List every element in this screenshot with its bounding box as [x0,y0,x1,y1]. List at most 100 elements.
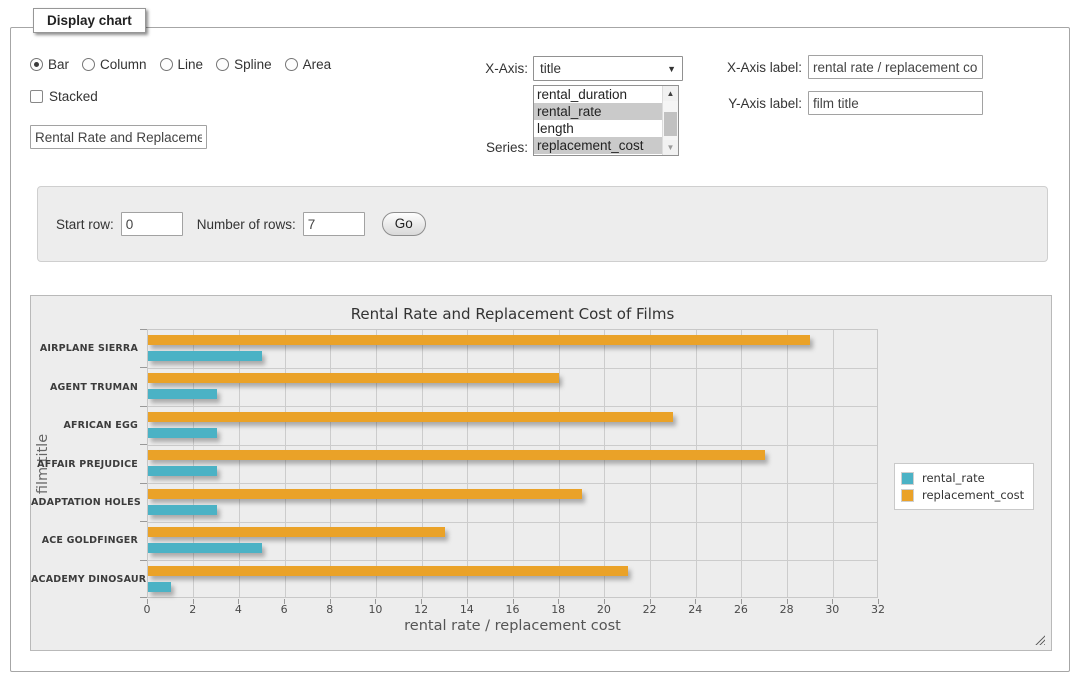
gridline-band-4 [148,483,877,484]
start-row-label: Start row: [56,217,114,232]
legend-label-rental_rate: rental_rate [922,471,985,485]
chart-type-radio-group: Bar Column Line Spline Area [30,57,331,72]
y-tick-mark [140,444,147,445]
bar-rental_rate-adaptation-holes [148,505,217,515]
gridline-x-20 [604,330,605,597]
x-axis-select-label: X-Axis: [420,61,528,76]
x-tick-label: 18 [541,603,575,616]
bar-rental_rate-affair-prejudice [148,466,217,476]
chart-legend: rental_ratereplacement_cost [894,463,1034,510]
radio-label-bar: Bar [48,57,69,72]
radio-label-area: Area [303,57,332,72]
chart-type-option-line[interactable]: Line [160,57,204,72]
bar-rental_rate-ace-goldfinger [148,543,262,553]
gridline-x-18 [559,330,560,597]
y-axis-label-input[interactable] [808,91,983,115]
x-tick-label: 8 [313,603,347,616]
y-tick-mark [140,521,147,522]
bar-replacement_cost-agent-truman [148,373,559,383]
bar-replacement_cost-ace-goldfinger [148,527,445,537]
x-tick-label: 30 [815,603,849,616]
scroll-up-icon[interactable]: ▲ [663,86,678,101]
x-tick-label: 28 [770,603,804,616]
num-rows-input[interactable] [303,212,365,236]
radio-spline-icon[interactable] [216,58,229,71]
x-tick-label: 26 [724,603,758,616]
gridline-band-6 [148,560,877,561]
radio-column-icon[interactable] [82,58,95,71]
plot-area [147,329,878,598]
series-listbox[interactable]: rental_durationrental_ratelengthreplacem… [533,85,679,156]
x-tick-label: 0 [130,603,164,616]
gridline-x-4 [239,330,240,597]
chart-type-option-column[interactable]: Column [82,57,147,72]
gridline-x-22 [650,330,651,597]
gridline-x-6 [285,330,286,597]
bar-replacement_cost-academy-dinosaur [148,566,628,576]
y-category-label: AIRPLANE SIERRA [31,343,138,354]
x-tick-label: 22 [633,603,667,616]
scroll-down-icon[interactable]: ▼ [663,140,678,155]
y-axis-label-label: Y-Axis label: [712,96,802,111]
radio-area-icon[interactable] [285,58,298,71]
x-axis-title: rental rate / replacement cost [147,618,878,634]
radio-label-line: Line [178,57,204,72]
x-tick-label: 16 [496,603,530,616]
y-tick-mark [140,597,147,598]
radio-bar-icon[interactable] [30,58,43,71]
chart-type-option-area[interactable]: Area [285,57,332,72]
series-list-scrollbar[interactable]: ▲ ▼ [662,86,678,155]
chart-title-input[interactable] [30,125,207,149]
x-tick-label: 14 [450,603,484,616]
x-tick-label: 4 [221,603,255,616]
chevron-down-icon: ▼ [667,64,676,74]
stacked-checkbox[interactable] [30,90,43,103]
gridline-x-30 [833,330,834,597]
num-rows-label: Number of rows: [197,217,296,232]
y-category-label: AFRICAN EGG [31,420,138,431]
x-axis-select[interactable]: title ▼ [533,56,683,81]
y-category-label: ADAPTATION HOLES [31,497,138,508]
y-category-label: AGENT TRUMAN [31,382,138,393]
bar-replacement_cost-affair-prejudice [148,450,765,460]
stacked-checkbox-row[interactable]: Stacked [30,89,98,104]
y-tick-mark [140,560,147,561]
x-tick-label: 24 [678,603,712,616]
series-option-rental_duration[interactable]: rental_duration [534,86,662,103]
legend-swatch-rental_rate [901,472,914,485]
chart-title: Rental Rate and Replacement Cost of Film… [147,305,878,323]
x-tick-label: 32 [861,603,895,616]
start-row-input[interactable] [121,212,183,236]
gridline-x-8 [330,330,331,597]
scrollbar-thumb[interactable] [664,112,677,136]
x-tick-label: 10 [358,603,392,616]
radio-label-column: Column [100,57,147,72]
x-axis-selected-value: title [540,61,667,76]
chart-panel: Rental Rate and Replacement Cost of Film… [30,295,1052,651]
series-option-rental_rate[interactable]: rental_rate [534,103,662,120]
gridline-x-28 [787,330,788,597]
series-option-replacement_cost[interactable]: replacement_cost [534,137,662,154]
gridline-band-3 [148,445,877,446]
resize-handle-icon[interactable] [1034,634,1045,645]
bar-replacement_cost-african-egg [148,412,673,422]
row-range-panel: Start row: Number of rows: Go [37,186,1048,262]
x-axis-label-input[interactable] [808,55,983,79]
bar-rental_rate-african-egg [148,428,217,438]
stacked-label: Stacked [49,89,98,104]
gridline-band-1 [148,368,877,369]
go-button[interactable]: Go [382,212,426,236]
y-tick-mark [140,406,147,407]
chart-type-option-spline[interactable]: Spline [216,57,272,72]
gridline-x-14 [467,330,468,597]
legend-item-rental_rate: rental_rate [901,471,1024,485]
bar-replacement_cost-adaptation-holes [148,489,582,499]
gridline-band-2 [148,406,877,407]
x-tick-label: 20 [587,603,621,616]
series-option-length[interactable]: length [534,120,662,137]
gridline-x-12 [422,330,423,597]
chart-type-option-bar[interactable]: Bar [30,57,69,72]
radio-line-icon[interactable] [160,58,173,71]
x-axis-label-label: X-Axis label: [712,60,802,75]
radio-label-spline: Spline [234,57,272,72]
